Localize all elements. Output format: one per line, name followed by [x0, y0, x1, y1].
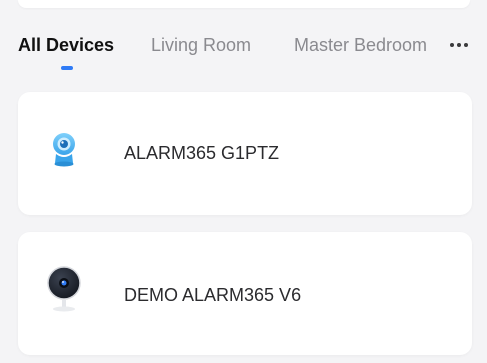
more-horizontal-icon[interactable] [445, 34, 473, 56]
device-card-alarm365-g1ptz[interactable]: ALARM365 G1PTZ [18, 92, 472, 215]
tab-living-room[interactable]: Living Room [151, 34, 251, 56]
device-name: ALARM365 G1PTZ [124, 143, 280, 163]
active-tab-indicator [61, 66, 73, 70]
device-name: DEMO ALARM365 V6 [124, 285, 302, 305]
room-tabs: All Devices Living Room Master Bedroom [0, 24, 487, 74]
previous-card-edge [18, 0, 470, 8]
tab-all-devices[interactable]: All Devices [18, 34, 114, 56]
ptz-camera-icon [46, 130, 96, 180]
device-card-demo-alarm365-v6[interactable]: DEMO ALARM365 V6 [18, 232, 472, 355]
tab-master-bedroom[interactable]: Master Bedroom [294, 34, 432, 56]
dome-camera-icon [46, 265, 96, 315]
